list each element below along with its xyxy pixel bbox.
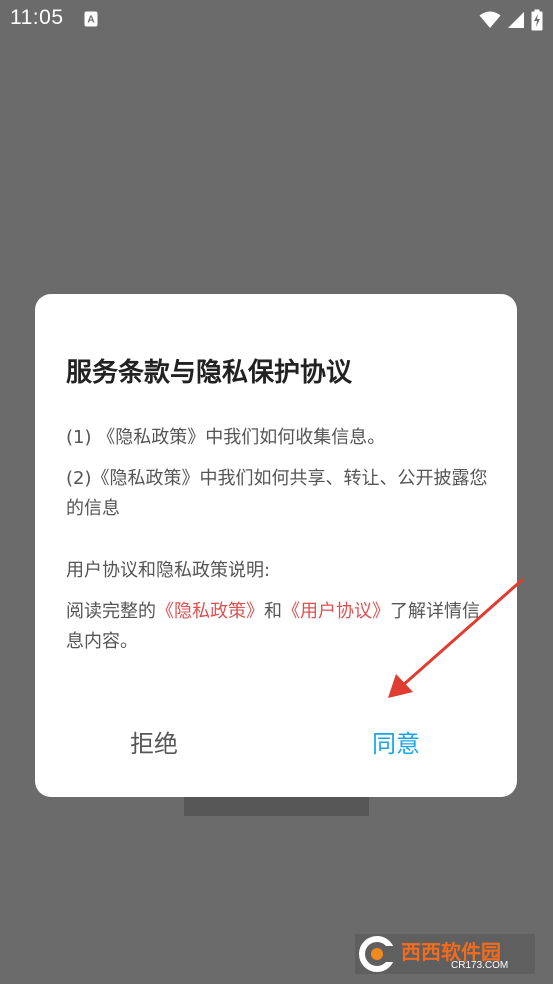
policy-item-collect: (1) 《隐私政策》中我们如何收集信息。 xyxy=(66,423,496,453)
battery-charging-icon xyxy=(531,9,543,31)
privacy-dialog: 服务条款与隐私保护协议 (1) 《隐私政策》中我们如何收集信息。 (2)《隐私政… xyxy=(35,294,517,797)
policy-item-link: 《隐私政策》 xyxy=(91,468,200,489)
watermark-domain: CR173.COM xyxy=(451,960,509,971)
status-time: 11:05 xyxy=(10,6,64,29)
watermark-logo: 西西软件园 CR173.COM xyxy=(355,934,535,974)
screen: 11:05 A 服务条款与隐私保护协议 (1) 《隐私政策》中我们如何收集信息。… xyxy=(0,0,553,984)
status-bar: 11:05 A xyxy=(0,0,553,40)
reject-button[interactable]: 拒绝 xyxy=(130,724,178,759)
notification-a-icon: A xyxy=(84,11,98,27)
section-body-middle: 和 xyxy=(264,601,282,622)
red-arrow-annotation xyxy=(388,578,524,698)
privacy-policy-link[interactable]: 《隐私政策》 xyxy=(156,601,264,622)
signal-icon xyxy=(507,11,525,29)
svg-text:A: A xyxy=(87,15,94,26)
wifi-icon xyxy=(479,11,501,29)
policy-item-prefix: (1) xyxy=(66,427,98,448)
status-icons xyxy=(479,9,543,31)
user-agreement-link[interactable]: 《用户协议》 xyxy=(282,601,390,622)
section-body-prefix: 阅读完整的 xyxy=(66,601,156,622)
agree-button[interactable]: 同意 xyxy=(372,724,420,759)
policy-item-text: 中我们如何收集信息。 xyxy=(205,427,386,448)
policy-item-share: (2)《隐私政策》中我们如何共享、转让、公开披露您的信息 xyxy=(66,464,496,524)
dialog-title: 服务条款与隐私保护协议 xyxy=(66,358,353,388)
policy-item-link: 《隐私政策》 xyxy=(97,427,206,448)
policy-item-prefix: (2) xyxy=(66,468,92,489)
